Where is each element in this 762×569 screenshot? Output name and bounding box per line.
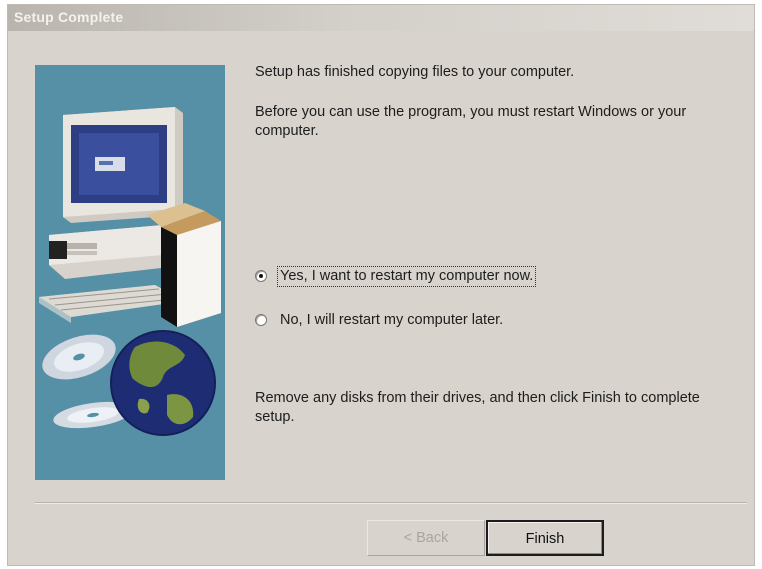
- back-button[interactable]: < Back: [367, 520, 485, 556]
- window-title: Setup Complete: [14, 9, 124, 25]
- button-separator: [35, 502, 747, 504]
- finished-message: Setup has finished copying files to your…: [255, 64, 575, 80]
- title-bar: Setup Complete: [8, 5, 754, 31]
- restart-later-label[interactable]: No, I will restart my computer later.: [277, 310, 506, 331]
- setup-complete-dialog: Setup Complete Setup has finished copyin…: [7, 4, 755, 566]
- restart-later-radio[interactable]: [255, 314, 267, 326]
- setup-illustration: [35, 65, 225, 480]
- restart-now-label[interactable]: Yes, I want to restart my computer now.: [277, 265, 537, 287]
- finish-button[interactable]: Finish: [486, 520, 604, 556]
- globe-icon: [110, 330, 216, 436]
- restart-later-option[interactable]: No, I will restart my computer later.: [255, 309, 506, 331]
- restart-now-option[interactable]: Yes, I want to restart my computer now.: [255, 265, 537, 287]
- restart-message: Before you can use the program, you must…: [255, 104, 687, 139]
- remove-disks-message: Remove any disks from their drives, and …: [255, 390, 700, 425]
- restart-now-radio[interactable]: [255, 270, 267, 282]
